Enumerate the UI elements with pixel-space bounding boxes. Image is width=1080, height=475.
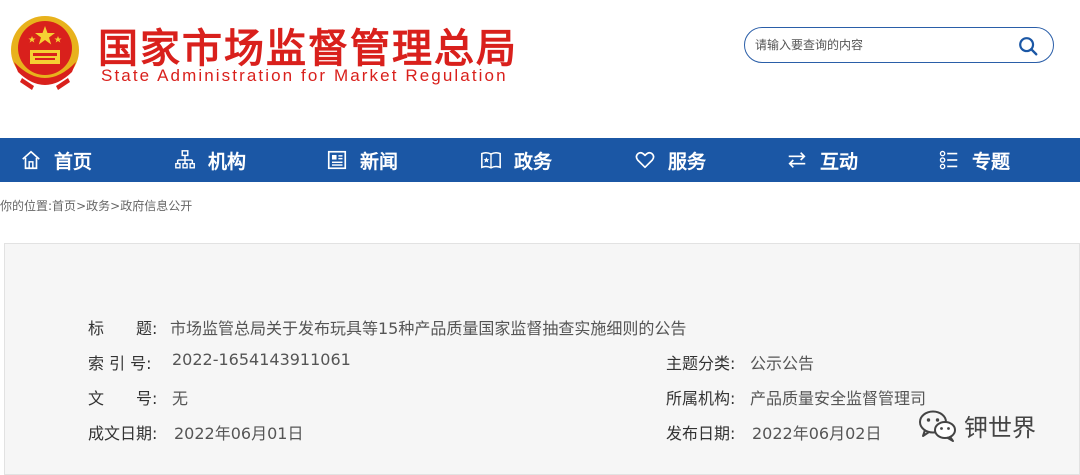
- nav-item-service[interactable]: 服务: [634, 138, 706, 182]
- agency-value: 产品质量安全监督管理司: [750, 389, 927, 408]
- national-emblem-icon[interactable]: [8, 12, 82, 92]
- breadcrumb-link-home[interactable]: 首页: [52, 199, 76, 213]
- breadcrumb-prefix: 你的位置:: [0, 199, 53, 213]
- nav-item-label: 机构: [208, 150, 247, 173]
- exchange-arrows-icon: [788, 152, 806, 168]
- doc-no-label: 文 号:: [88, 389, 158, 408]
- nav-item-topics[interactable]: 专题: [938, 138, 1010, 182]
- book-icon: [481, 152, 501, 169]
- watermark-text: 钾世界: [964, 414, 1036, 442]
- nav-item-label: 新闻: [360, 150, 399, 173]
- index-value: 2022-1654143911061: [172, 350, 351, 369]
- doc-no-value: 无: [172, 389, 189, 408]
- main-nav: 首页 机构 新闻 政务 服务 互动 专题: [0, 138, 1080, 182]
- nav-item-org[interactable]: 机构: [174, 138, 246, 182]
- site-header: 国家市场监督管理总局 State Administration for Mark…: [0, 0, 1080, 138]
- search-icon[interactable]: [1017, 35, 1039, 57]
- breadcrumb-link-affairs[interactable]: 政务: [86, 199, 110, 213]
- category-label: 主题分类:: [666, 354, 736, 373]
- nav-item-affairs[interactable]: 政务: [480, 138, 552, 182]
- org-chart-icon: [175, 150, 195, 169]
- home-icon: [22, 150, 40, 170]
- created-date-value: 2022年06月01日: [174, 424, 304, 443]
- watermark: 钾世界: [918, 408, 1036, 443]
- title-label: 标 题:: [88, 319, 158, 338]
- newspaper-icon: [327, 150, 347, 170]
- nav-item-label: 政务: [514, 150, 553, 173]
- heart-icon: [635, 151, 655, 169]
- breadcrumb-link-gov-info[interactable]: 政府信息公开: [120, 199, 192, 213]
- breadcrumb: 你的位置:首页>政务>政府信息公开: [0, 197, 192, 214]
- created-date-label: 成文日期:: [88, 424, 158, 443]
- list-icon: [939, 150, 958, 170]
- category-value: 公示公告: [750, 354, 815, 373]
- nav-item-label: 首页: [54, 150, 93, 173]
- wechat-icon: [919, 410, 956, 442]
- index-label: 索 引 号:: [88, 354, 152, 373]
- agency-label: 所属机构:: [666, 389, 736, 408]
- nav-item-interaction[interactable]: 互动: [786, 138, 858, 182]
- breadcrumb-separator: >: [76, 199, 87, 213]
- breadcrumb-separator: >: [110, 199, 121, 213]
- search-box: [744, 27, 1054, 63]
- published-date-label: 发布日期:: [666, 424, 736, 443]
- published-date-value: 2022年06月02日: [752, 424, 882, 443]
- nav-item-news[interactable]: 新闻: [326, 138, 398, 182]
- nav-item-label: 服务: [668, 150, 707, 173]
- search-input[interactable]: [755, 34, 1005, 56]
- title-value: 市场监管总局关于发布玩具等15种产品质量国家监督抽查实施细则的公告: [170, 319, 687, 338]
- nav-item-label: 互动: [820, 150, 859, 173]
- site-title-en[interactable]: State Administration for Market Regulati…: [101, 66, 508, 86]
- nav-item-home[interactable]: 首页: [20, 138, 92, 182]
- nav-item-label: 专题: [972, 150, 1011, 173]
